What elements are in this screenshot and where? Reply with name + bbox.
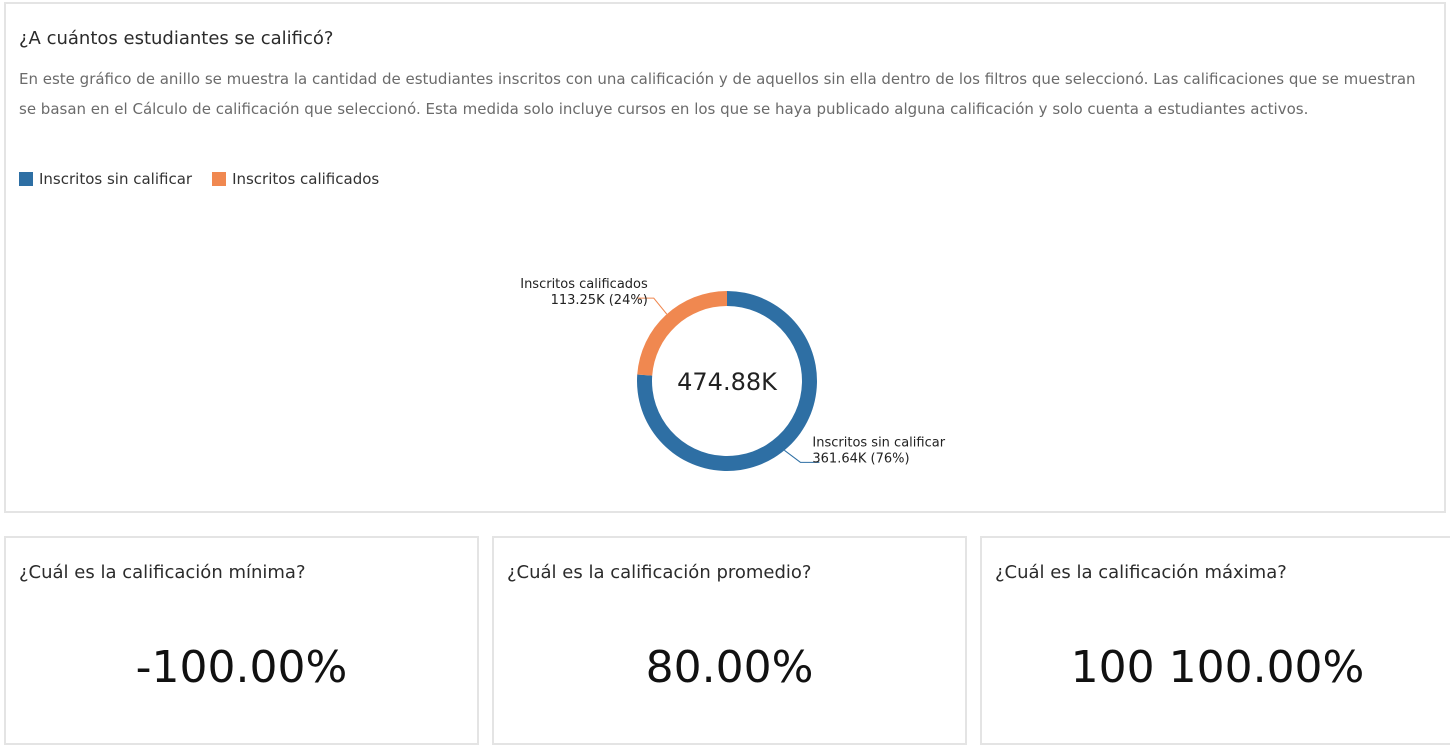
- max-grade-title: ¿Cuál es la calificación máxima?: [995, 562, 1287, 583]
- slice-value-label-graded: 113.25K (24%): [551, 293, 648, 308]
- donut-center-total: 474.88K: [677, 368, 778, 396]
- grading-overview-card: ¿A cuántos estudiantes se calificó? En e…: [4, 2, 1446, 513]
- min-grade-title: ¿Cuál es la calificación mínima?: [19, 562, 306, 583]
- average-grade-title: ¿Cuál es la calificación promedio?: [507, 562, 812, 583]
- average-grade-card: ¿Cuál es la calificación promedio? 80.00…: [492, 536, 967, 745]
- donut-chart: Inscritos sin calificar361.64K (76%) Insc…: [520, 277, 946, 472]
- average-grade-value: 80.00%: [645, 642, 814, 693]
- min-grade-value: -100.00%: [135, 642, 348, 693]
- donut-slice-graded[interactable]: [637, 291, 727, 376]
- slice-value-label-ungraded: 361.64K (76%): [812, 451, 909, 466]
- slice-label-ungraded: Inscritos sin calificar: [812, 435, 945, 450]
- min-grade-card: ¿Cuál es la calificación mínima? -100.00…: [4, 536, 479, 745]
- max-grade-value: 100 100.00%: [1070, 642, 1365, 693]
- max-grade-card: ¿Cuál es la calificación máxima? 100 100…: [980, 536, 1450, 745]
- slice-label-graded: Inscritos calificados: [520, 277, 648, 292]
